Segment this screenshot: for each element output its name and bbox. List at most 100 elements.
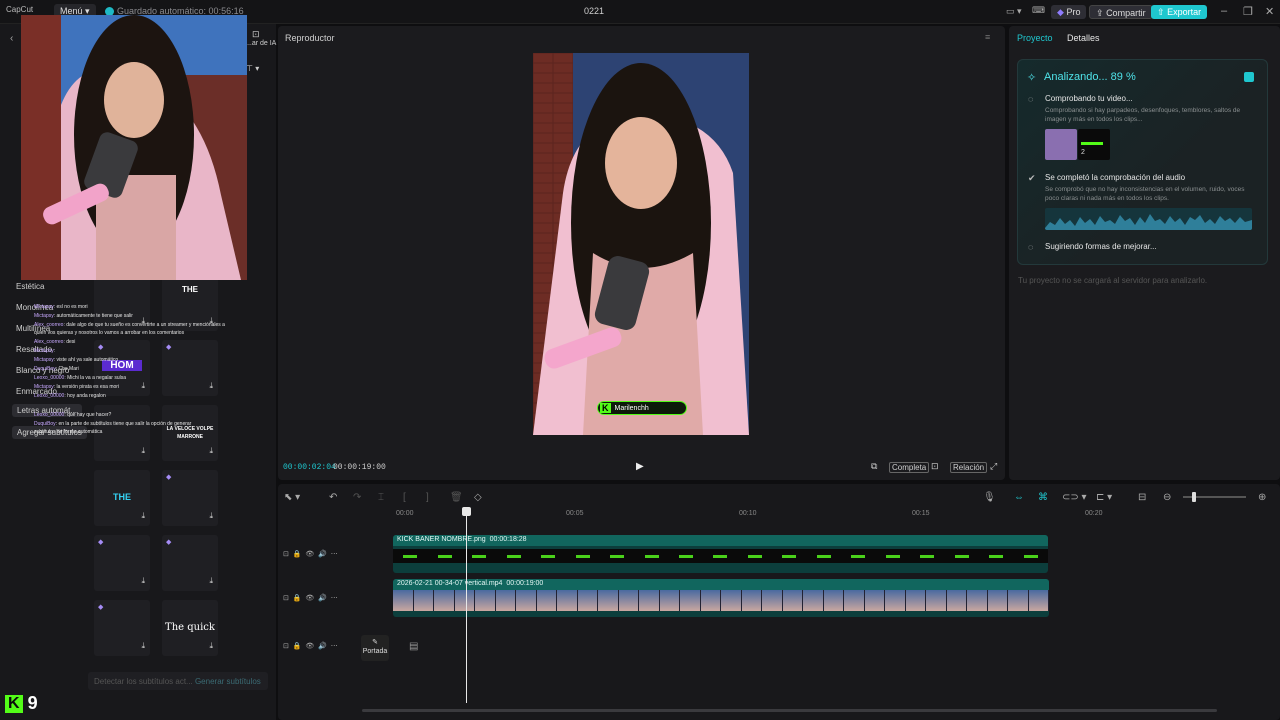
filter-icon[interactable]: ⊤ ▾ <box>246 64 259 73</box>
caption-style-tile[interactable]: ◆ ⤓ <box>94 600 150 656</box>
premium-gem-icon: ◆ <box>98 344 104 351</box>
zoom-slider[interactable] <box>1183 492 1246 502</box>
clip-name: KICK BANER NOMBRE.png <box>397 536 486 543</box>
caption-style-tile[interactable]: ◆ ⤓ <box>162 340 218 396</box>
clip-header: KICK BANER NOMBRE.png 00:00:18:28 <box>393 535 1048 546</box>
maximize-icon[interactable]: ❐ <box>1243 5 1253 18</box>
download-icon[interactable]: ⤓ <box>141 576 145 586</box>
zoom-out-icon[interactable]: ⊖ <box>1163 492 1171 503</box>
cover-button[interactable]: ✎ Portada <box>361 635 389 661</box>
caption-style-tile[interactable]: ◆ ⤓ <box>162 470 218 526</box>
track-controls[interactable]: ⊡ 🔒 👁 🔊 ⋯ <box>283 594 338 602</box>
play-icon[interactable]: ▶ <box>636 461 644 472</box>
tile-preview-text: LA VELOCE VOLPE MARRONE <box>166 426 214 440</box>
marker-icon[interactable]: ◇ <box>474 492 482 503</box>
check-circle-icon: ✔ <box>1028 173 1036 183</box>
preview-axis-icon[interactable]: ⊏ ▾ <box>1096 492 1112 503</box>
share-icon: ⇪ <box>1096 8 1104 18</box>
clip-thumbnail: 2 <box>1078 129 1110 160</box>
privacy-note: Tu proyecto no se cargará al servidor pa… <box>1018 276 1208 285</box>
caption-style-tile[interactable]: The quick ⤓ <box>162 600 218 656</box>
download-icon[interactable]: ⤓ <box>209 641 213 651</box>
player-title: Reproductor <box>285 33 335 43</box>
clip-filmstrip <box>393 590 1049 611</box>
export-button[interactable]: ⇧ Exportar <box>1151 5 1208 19</box>
kick-count: 9 <box>27 693 38 713</box>
zoom-in-icon[interactable]: ⊕ <box>1258 492 1266 503</box>
share-button[interactable]: ⇪ Compartir <box>1089 5 1153 19</box>
video-preview[interactable]: K Marilenchh <box>533 53 749 435</box>
pro-button[interactable]: ◆ Pro <box>1051 5 1087 19</box>
chat-line: Mictapsy: viste ahí ya sale automático <box>34 357 119 363</box>
crop-icon[interactable]: ⊡ <box>931 461 939 472</box>
link-clips-icon[interactable]: ⊂⊃ ▾ <box>1062 492 1087 503</box>
caption-style-tile[interactable]: ◆ ⤓ <box>94 535 150 591</box>
webcam-overlay-image <box>21 15 247 280</box>
delete-icon[interactable]: 🗑 <box>450 492 463 503</box>
tab-proyecto[interactable]: Proyecto <box>1017 33 1053 43</box>
redo-icon[interactable]: ↷ <box>353 492 361 503</box>
ruler-label: 00:15 <box>912 510 930 517</box>
fullscreen-preview-icon[interactable]: ⧉ <box>871 461 877 472</box>
sparkle-icon: ✧ <box>1027 72 1037 84</box>
minimize-icon[interactable]: – <box>1221 5 1227 17</box>
fit-button[interactable]: Completa <box>889 462 930 473</box>
clip-thumbnail <box>1045 129 1077 160</box>
chat-line: Alex_coorreo: desi <box>34 339 76 345</box>
ai-tool-label[interactable]: ...ar de IA <box>246 40 276 47</box>
download-icon[interactable]: ⤓ <box>209 576 213 586</box>
clip-duration: 00:00:19:00 <box>506 580 544 587</box>
layout-icon[interactable]: ▭ ▾ <box>1006 6 1022 17</box>
waveform-graphic <box>1045 214 1252 230</box>
caption-track-icon[interactable]: ⊟ <box>1138 492 1146 503</box>
upload-icon: ⇧ <box>1157 7 1165 17</box>
main-video-clip[interactable]: 2026-02-21 00-34-07 vertical.mp4 00:00:1… <box>393 579 1049 617</box>
generate-captions-link[interactable]: Generar subtítulos <box>195 677 261 686</box>
download-icon[interactable]: ⤓ <box>209 446 213 456</box>
trim-left-icon[interactable]: [ <box>403 492 406 503</box>
kick-badge: K9 <box>5 693 38 714</box>
playhead[interactable] <box>462 507 471 703</box>
premium-gem-icon: ◆ <box>166 344 172 351</box>
caption-style-tile[interactable]: ◆ ⤓ <box>162 535 218 591</box>
tab-detalles[interactable]: Detalles <box>1067 33 1100 43</box>
caption-style-tile[interactable]: LA VELOCE VOLPE MARRONE ⤓ <box>162 405 218 461</box>
undo-icon[interactable]: ↶ <box>329 492 337 503</box>
stop-analysis-button[interactable] <box>1244 72 1254 82</box>
current-timecode: 00:00:02:04 <box>283 463 336 472</box>
download-icon[interactable]: ⤓ <box>209 511 213 521</box>
download-icon[interactable]: ⤓ <box>141 446 145 456</box>
app-logo: CapCut <box>6 5 34 14</box>
loading-spinner-icon: ◌ <box>1028 94 1034 104</box>
overlay-image-clip[interactable]: KICK BANER NOMBRE.png 00:00:18:28 <box>393 535 1048 573</box>
expand-icon[interactable]: ⤢ <box>990 461 997 472</box>
timeline-scrollbar[interactable] <box>362 709 1217 712</box>
ruler-label: 00:05 <box>566 510 584 517</box>
select-tool-icon[interactable]: ⬉ ▾ <box>284 492 300 503</box>
track-controls[interactable]: ⊡ 🔒 👁 🔊 ⋯ <box>283 642 338 650</box>
download-icon[interactable]: ⤓ <box>141 641 145 651</box>
export-label: Exportar <box>1167 7 1202 17</box>
split-icon[interactable]: ⌶ <box>378 492 384 503</box>
microphone-icon[interactable]: 🎙 <box>983 492 996 503</box>
download-icon[interactable]: ⤓ <box>209 381 213 391</box>
download-icon[interactable]: ⤓ <box>141 511 145 521</box>
caption-style-tile[interactable]: THE ⤓ <box>94 470 150 526</box>
ratio-button[interactable]: Relación <box>950 462 988 473</box>
back-arrow-icon[interactable]: ‹ <box>10 33 13 44</box>
chat-line: Alex_coorreo: dale algo de que tu sueño … <box>34 322 225 328</box>
zoom-slider-handle[interactable] <box>1192 492 1196 502</box>
link-tracks-icon[interactable]: ⇔ <box>1014 492 1024 503</box>
magnet-icon[interactable]: ⌘ <box>1038 492 1048 503</box>
download-icon[interactable]: ⤓ <box>141 381 145 391</box>
trim-right-icon[interactable]: ] <box>426 492 429 503</box>
hamburger-menu-icon[interactable]: ≡ <box>985 32 990 42</box>
chat-line: Mictapsy: automáticamente te tiene que s… <box>34 313 133 319</box>
chat-line: Leoxo_00000: qué hay que hacer? <box>34 412 112 418</box>
close-icon[interactable]: ✕ <box>1265 5 1274 18</box>
keyboard-icon[interactable]: ⌨ <box>1032 5 1045 16</box>
chat-line: Mictapsy: <box>34 348 56 354</box>
track-controls[interactable]: ⊡ 🔒 👁 🔊 ⋯ <box>283 550 338 558</box>
ruler-label: 00:20 <box>1085 510 1103 517</box>
diamond-icon: ◆ <box>1057 7 1064 17</box>
